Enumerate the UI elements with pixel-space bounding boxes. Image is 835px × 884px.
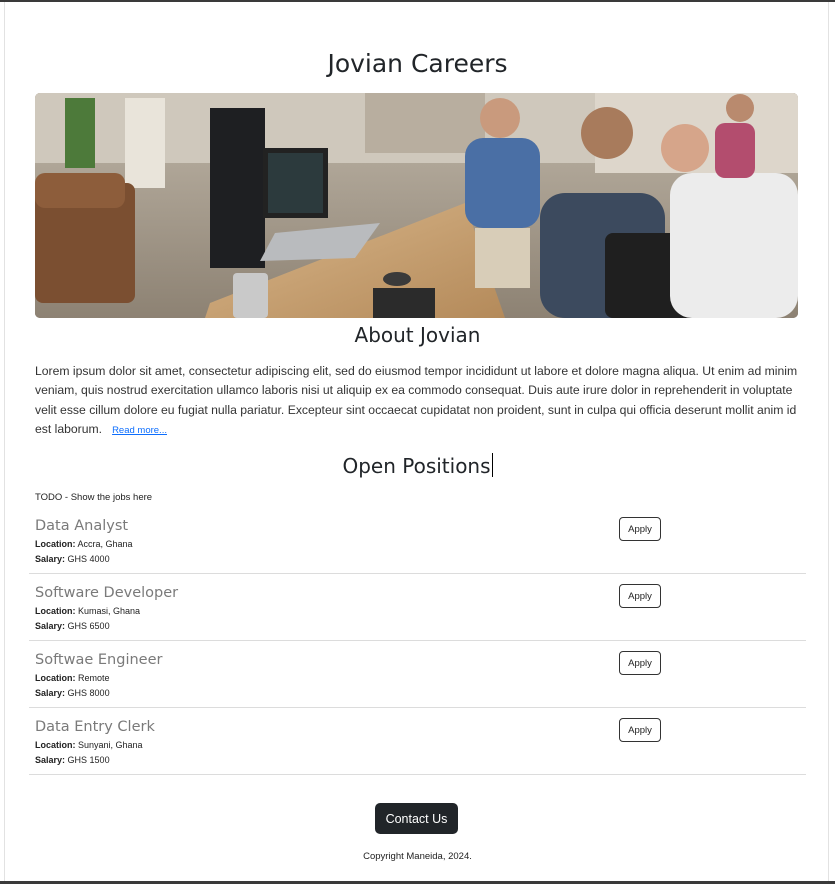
job-salary: Salary: GHS 8000 [35,687,110,700]
job-location: Location: Kumasi, Ghana [35,605,140,618]
job-location: Location: Accra, Ghana [35,538,133,551]
job-title: Data Analyst [35,518,129,534]
job-salary: Salary: GHS 4000 [35,553,110,566]
contact-us-button[interactable]: Contact Us [375,803,458,834]
salary-label: Salary: [35,688,66,698]
page-right-edge [828,2,829,881]
job-title: Softwae Engineer [35,652,163,668]
salary-value: GHS 1500 [67,755,110,765]
location-label: Location: [35,606,76,616]
job-location: Location: Remote [35,672,110,685]
apply-button[interactable]: Apply [619,718,661,742]
location-label: Location: [35,673,76,683]
hero-image [35,93,798,318]
job-title: Data Entry Clerk [35,719,155,735]
job-location: Location: Sunyani, Ghana [35,739,143,752]
read-more-link[interactable]: Read more... [112,425,167,436]
job-title: Software Developer [35,585,179,601]
job-row: Data Analyst Location: Accra, Ghana Sala… [29,507,806,574]
about-title: About Jovian [354,323,481,347]
open-positions-title: Open Positions [0,452,835,480]
job-row: Software Developer Location: Kumasi, Gha… [29,574,806,641]
location-value: Kumasi, Ghana [78,606,141,616]
window-top-border [0,0,835,2]
job-list: Data Analyst Location: Accra, Ghana Sala… [29,507,806,775]
location-label: Location: [35,740,76,750]
location-label: Location: [35,539,76,549]
text-cursor-icon [491,453,493,477]
copyright-text: Copyright Maneida, 2024. [363,851,472,862]
apply-button[interactable]: Apply [619,517,661,541]
open-positions-label: Open Positions [342,454,491,478]
job-salary: Salary: GHS 6500 [35,620,110,633]
salary-value: GHS 4000 [67,554,110,564]
office-team-photo-icon [35,93,798,318]
page-left-edge [4,2,5,881]
about-text: Lorem ipsum dolor sit amet, consectetur … [35,362,800,441]
location-value: Accra, Ghana [77,539,133,549]
todo-note: TODO - Show the jobs here [35,492,153,503]
location-value: Remote [78,673,110,683]
page-title: Jovian Careers [327,49,508,78]
salary-value: GHS 8000 [67,688,110,698]
job-salary: Salary: GHS 1500 [35,754,110,767]
job-row: Data Entry Clerk Location: Sunyani, Ghan… [29,708,806,775]
salary-value: GHS 6500 [67,621,110,631]
salary-label: Salary: [35,621,66,631]
salary-label: Salary: [35,755,66,765]
salary-label: Salary: [35,554,66,564]
location-value: Sunyani, Ghana [78,740,143,750]
apply-button[interactable]: Apply [619,651,661,675]
job-row: Softwae Engineer Location: Remote Salary… [29,641,806,708]
apply-button[interactable]: Apply [619,584,661,608]
